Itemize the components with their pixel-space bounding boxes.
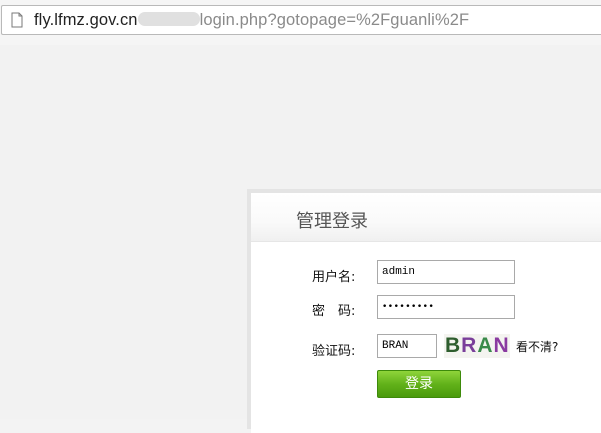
- login-button[interactable]: 登录: [377, 370, 461, 398]
- url-redaction: [137, 12, 200, 26]
- captcha-input[interactable]: BRAN: [377, 334, 437, 358]
- captcha-refresh-link[interactable]: 看不清?: [516, 338, 558, 355]
- username-input[interactable]: admin: [377, 260, 515, 284]
- url-path: login.php?gotopage=%2Fguanli%2F: [199, 11, 470, 29]
- document-icon: [11, 12, 23, 28]
- password-input[interactable]: •••••••••: [377, 295, 515, 319]
- captcha-image[interactable]: BRAN: [444, 334, 510, 358]
- login-title: 管理登录: [296, 211, 368, 232]
- browser-address-bar: fly.lfmz.gov.cn login.php?gotopage=%2Fgua…: [0, 0, 601, 45]
- url-host: fly.lfmz.gov.cn: [34, 11, 138, 29]
- captcha-label: 验证码:: [312, 344, 356, 359]
- password-label: 密 码:: [312, 304, 356, 319]
- url-text: fly.lfmz.gov.cn login.php?gotopage=%2Fgua…: [34, 9, 469, 31]
- url-field[interactable]: fly.lfmz.gov.cn login.php?gotopage=%2Fgua…: [1, 5, 601, 35]
- login-header: 管理登录: [251, 193, 601, 242]
- username-label: 用户名:: [312, 270, 356, 285]
- captcha-image-text: BRAN: [445, 334, 510, 357]
